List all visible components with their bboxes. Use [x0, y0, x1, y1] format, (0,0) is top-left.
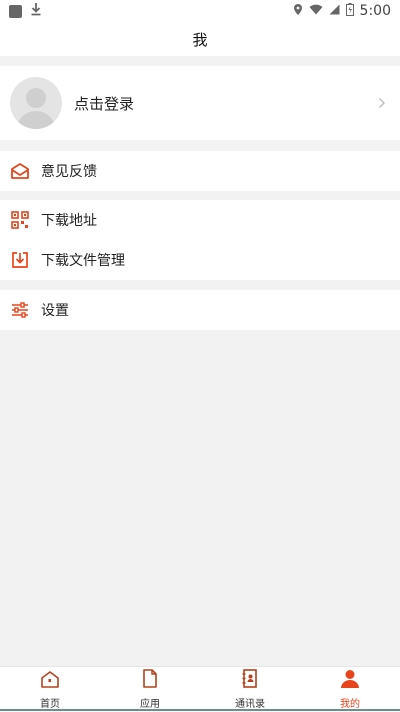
status-bar: 5:00: [0, 0, 400, 22]
menu-item-label: 下载文件管理: [41, 253, 125, 269]
notification-app-icon: [9, 4, 22, 18]
wifi-icon: [309, 4, 323, 19]
menu-item-download-address[interactable]: 下载地址: [0, 200, 400, 240]
signal-icon: [329, 4, 340, 19]
chevron-right-icon: [378, 93, 386, 114]
tab-me[interactable]: 我的: [300, 667, 400, 712]
settings-section: 设置: [0, 290, 400, 330]
tab-label: 首页: [40, 698, 60, 710]
status-time: 5:00: [359, 3, 391, 19]
download-notification-icon: [30, 2, 42, 20]
tab-label: 通讯录: [235, 699, 265, 710]
page-title: 我: [192, 30, 208, 49]
tab-apps[interactable]: 应用: [100, 667, 200, 712]
menu-item-download-manager[interactable]: 下载文件管理: [0, 240, 400, 280]
download-section: 下载地址 下载文件管理: [0, 200, 400, 280]
tab-label: 我的: [340, 699, 360, 710]
tab-home[interactable]: 首页: [0, 667, 100, 712]
user-icon: [340, 669, 360, 692]
menu-item-label: 设置: [41, 303, 69, 319]
menu-item-label: 意见反馈: [41, 164, 97, 180]
feedback-section: 意见反馈: [0, 151, 400, 191]
document-icon: [142, 669, 158, 692]
qr-code-icon: [9, 209, 31, 231]
menu-item-settings[interactable]: 设置: [0, 290, 400, 330]
contacts-icon: [242, 669, 258, 692]
login-label: 点击登录: [74, 94, 135, 113]
location-icon: [293, 3, 303, 20]
sliders-icon: [9, 299, 31, 321]
bottom-tab-bar: 首页 应用 通讯录 我的: [0, 666, 400, 712]
menu-item-label: 下载地址: [41, 213, 97, 229]
tab-contacts[interactable]: 通讯录: [200, 667, 300, 712]
battery-icon: [345, 2, 354, 20]
login-row[interactable]: 点击登录: [0, 66, 400, 140]
tab-label: 应用: [140, 699, 160, 710]
title-bar: 我: [0, 22, 400, 56]
mail-icon: [9, 160, 31, 182]
menu-item-feedback[interactable]: 意见反馈: [0, 151, 400, 191]
avatar[interactable]: [10, 77, 62, 129]
download-tray-icon: [9, 249, 31, 271]
home-icon: [40, 670, 60, 692]
